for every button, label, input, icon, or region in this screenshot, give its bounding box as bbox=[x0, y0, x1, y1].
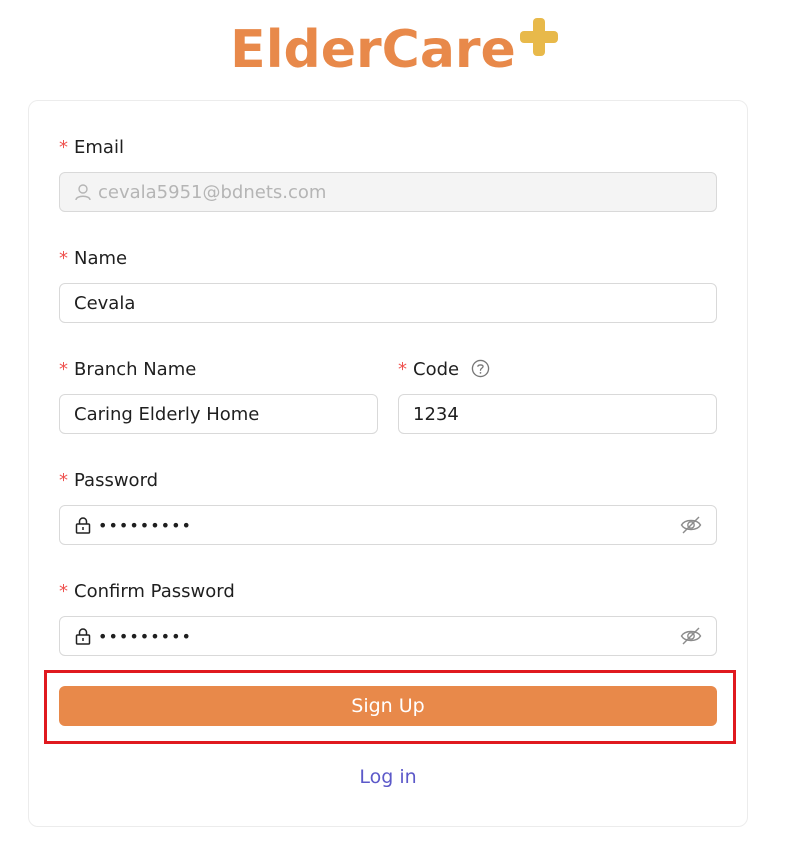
code-label: * Code bbox=[398, 359, 490, 381]
password-label: * Password bbox=[59, 470, 159, 491]
question-circle-icon[interactable] bbox=[471, 359, 490, 378]
required-marker: * bbox=[59, 248, 68, 269]
app-logo: ElderCare bbox=[0, 20, 790, 80]
branch-name-value: Caring Elderly Home bbox=[74, 403, 260, 425]
eye-slash-icon[interactable] bbox=[680, 626, 702, 646]
required-marker: * bbox=[59, 359, 68, 380]
required-marker: * bbox=[398, 359, 407, 380]
name-label: * Name bbox=[59, 248, 128, 269]
name-field[interactable]: Cevala bbox=[59, 283, 717, 323]
email-label: * Email bbox=[59, 137, 124, 158]
eye-slash-icon[interactable] bbox=[680, 515, 702, 535]
user-icon bbox=[74, 183, 92, 201]
password-value: ••••••••• bbox=[98, 515, 192, 535]
highlight-box bbox=[44, 670, 736, 744]
logo-plus-icon bbox=[520, 18, 558, 56]
confirm-password-label: * Confirm Password bbox=[59, 581, 235, 602]
code-value: 1234 bbox=[413, 403, 459, 425]
lock-icon bbox=[74, 627, 92, 645]
required-marker: * bbox=[59, 137, 68, 158]
log-in-link[interactable]: Log in bbox=[0, 766, 776, 788]
email-field[interactable]: cevala5951@bdnets.com bbox=[59, 172, 717, 212]
required-marker: * bbox=[59, 581, 68, 602]
logo-text: ElderCare bbox=[230, 20, 516, 80]
confirm-password-value: ••••••••• bbox=[98, 626, 192, 646]
code-field[interactable]: 1234 bbox=[398, 394, 717, 434]
lock-icon bbox=[74, 516, 92, 534]
branch-name-field[interactable]: Caring Elderly Home bbox=[59, 394, 378, 434]
confirm-password-field[interactable]: ••••••••• bbox=[59, 616, 717, 656]
name-value: Cevala bbox=[74, 292, 136, 314]
required-marker: * bbox=[59, 470, 68, 491]
email-value: cevala5951@bdnets.com bbox=[98, 181, 327, 203]
branch-name-label: * Branch Name bbox=[59, 359, 197, 380]
password-field[interactable]: ••••••••• bbox=[59, 505, 717, 545]
